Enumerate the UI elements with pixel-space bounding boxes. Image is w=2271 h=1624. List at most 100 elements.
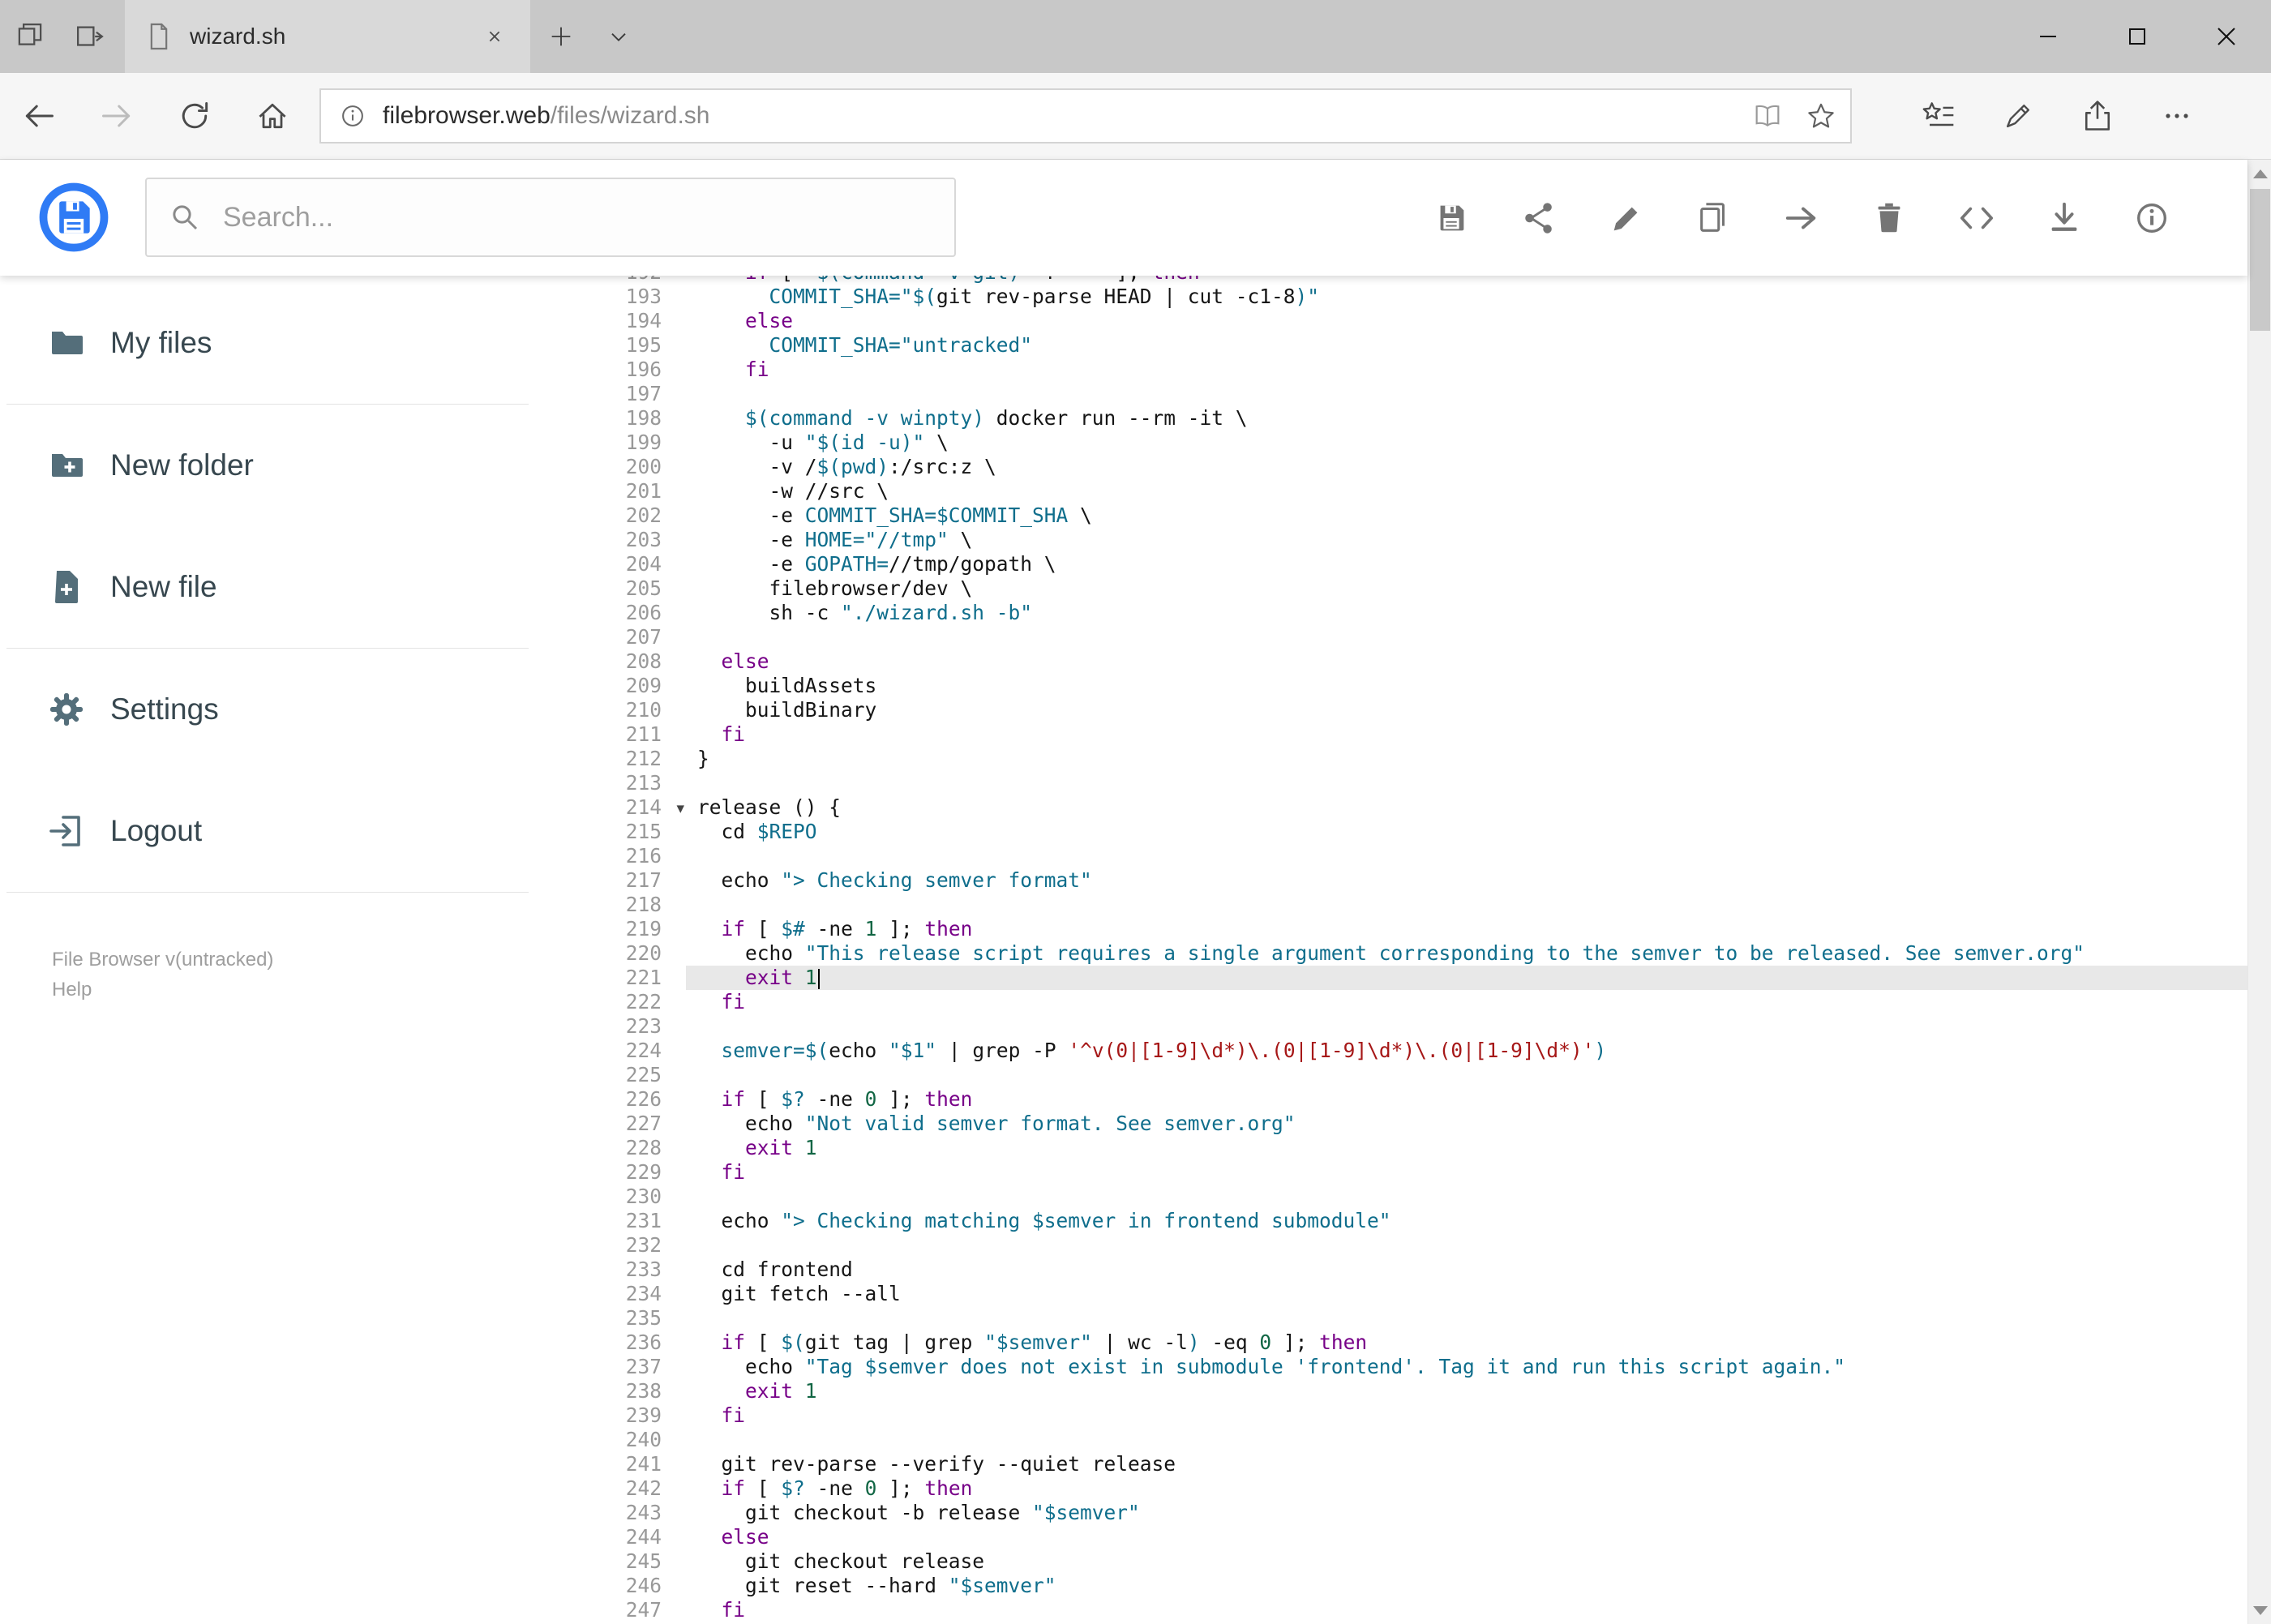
show-set-aside-tabs-button[interactable]	[60, 0, 120, 73]
sidebar-item-new-file[interactable]: New file	[0, 526, 535, 648]
info-button[interactable]	[2133, 199, 2170, 237]
back-button[interactable]	[0, 73, 78, 159]
code-line[interactable]: 195 COMMIT_SHA="untracked"	[535, 333, 2247, 358]
rename-button[interactable]	[1608, 199, 1645, 237]
code-line[interactable]: 241 git rev-parse --verify --quiet relea…	[535, 1452, 2247, 1476]
code-line[interactable]: 197	[535, 382, 2247, 406]
favorite-star-icon[interactable]	[1805, 100, 1837, 132]
sidebar-item-settings[interactable]: Settings	[0, 649, 535, 770]
web-note-button[interactable]	[1978, 98, 2058, 134]
forward-button[interactable]	[78, 73, 156, 159]
reading-view-icon[interactable]	[1751, 100, 1784, 132]
tab-close-button[interactable]	[477, 19, 512, 54]
code-line[interactable]: 212}	[535, 747, 2247, 771]
more-button[interactable]	[2137, 98, 2217, 134]
new-tab-button[interactable]	[530, 0, 592, 73]
search-input[interactable]: Search...	[145, 178, 956, 257]
code-line[interactable]: 211 fi	[535, 722, 2247, 747]
code-line[interactable]: 225	[535, 1063, 2247, 1087]
address-bar[interactable]: filebrowser.web/files/wizard.sh	[319, 88, 1852, 144]
code-line[interactable]: 208 else	[535, 649, 2247, 674]
minimize-button[interactable]	[2003, 0, 2093, 73]
code-line[interactable]: 194 else	[535, 309, 2247, 333]
code-line[interactable]: 224 semver=$(echo "$1" | grep -P '^v(0|[…	[535, 1039, 2247, 1063]
move-button[interactable]	[1783, 199, 1820, 237]
code-line[interactable]: 214 ▾ release () {	[535, 795, 2247, 820]
code-line[interactable]: 213	[535, 771, 2247, 795]
code-line[interactable]: 204 -e GOPATH=//tmp/gopath \	[535, 552, 2247, 576]
code-line[interactable]: 198 $(command -v winpty) docker run --rm…	[535, 406, 2247, 431]
code-line[interactable]: 227 echo "Not valid semver format. See s…	[535, 1112, 2247, 1136]
code-line[interactable]: 239 fi	[535, 1403, 2247, 1428]
code-line[interactable]: 203 -e HOME="//tmp" \	[535, 528, 2247, 552]
code-line[interactable]: 219 if [ $# -ne 1 ]; then	[535, 917, 2247, 941]
code-line[interactable]: 243 git checkout -b release "$semver"	[535, 1501, 2247, 1525]
save-button[interactable]	[1433, 199, 1470, 237]
code-line[interactable]: 205 filebrowser/dev \	[535, 576, 2247, 601]
home-button[interactable]	[234, 73, 311, 159]
share-button[interactable]	[2058, 98, 2137, 134]
code-line[interactable]: 235	[535, 1306, 2247, 1330]
code-line[interactable]: 229 fi	[535, 1160, 2247, 1185]
code-line[interactable]: 199 -u "$(id -u)" \	[535, 431, 2247, 455]
code-line[interactable]: 231 echo "> Checking matching $semver in…	[535, 1209, 2247, 1233]
page-info-icon[interactable]	[337, 101, 368, 131]
download-button[interactable]	[2046, 199, 2083, 237]
code-line[interactable]: 230	[535, 1185, 2247, 1209]
code-line[interactable]: 232	[535, 1233, 2247, 1258]
code-line[interactable]: 218	[535, 893, 2247, 917]
tab-preview-chevron[interactable]	[592, 0, 645, 73]
code-line[interactable]: 201 -w //src \	[535, 479, 2247, 503]
url-text[interactable]: filebrowser.web/files/wizard.sh	[383, 102, 710, 130]
code-line[interactable]: 246 git reset --hard "$semver"	[535, 1574, 2247, 1598]
code-line[interactable]: 217 echo "> Checking semver format"	[535, 868, 2247, 893]
code-line[interactable]: 233 cd frontend	[535, 1258, 2247, 1282]
code-line[interactable]: 245 git checkout release	[535, 1549, 2247, 1574]
maximize-button[interactable]	[2093, 0, 2182, 73]
help-link[interactable]: Help	[52, 975, 535, 1005]
sidebar-item-my-files[interactable]: My files	[0, 282, 535, 404]
code-line[interactable]: 200 -v /$(pwd):/src:z \	[535, 455, 2247, 479]
scroll-down-button[interactable]	[2248, 1596, 2271, 1624]
copy-button[interactable]	[1695, 199, 1733, 237]
code-line[interactable]: 242 if [ $? -ne 0 ]; then	[535, 1476, 2247, 1501]
code-line[interactable]: 247 fi	[535, 1598, 2247, 1622]
code-line[interactable]: 209 buildAssets	[535, 674, 2247, 698]
code-line[interactable]: 210 buildBinary	[535, 698, 2247, 722]
code-line[interactable]: 193 COMMIT_SHA="$(git rev-parse HEAD | c…	[535, 285, 2247, 309]
code-line[interactable]: 202 -e COMMIT_SHA=$COMMIT_SHA \	[535, 503, 2247, 528]
browser-tab[interactable]: wizard.sh	[125, 0, 530, 73]
raw-editor-button[interactable]	[1958, 199, 1995, 237]
sidebar-item-logout[interactable]: Logout	[0, 770, 535, 892]
code-line[interactable]: 216	[535, 844, 2247, 868]
code-line[interactable]: 226 if [ $? -ne 0 ]; then	[535, 1087, 2247, 1112]
code-line[interactable]: 220 echo "This release script requires a…	[535, 941, 2247, 966]
code-line[interactable]: 228 exit 1	[535, 1136, 2247, 1160]
scroll-up-button[interactable]	[2248, 160, 2271, 187]
code-line[interactable]: 192 if [ "$(command -v git)" != "" ]; th…	[535, 276, 2247, 285]
code-line[interactable]: 240	[535, 1428, 2247, 1452]
delete-button[interactable]	[1870, 199, 1908, 237]
fold-marker-icon[interactable]: ▾	[676, 796, 684, 821]
code-line[interactable]: 237 echo "Tag $semver does not exist in …	[535, 1355, 2247, 1379]
code-line[interactable]: 234 git fetch --all	[535, 1282, 2247, 1306]
code-line[interactable]: 215 cd $REPO	[535, 820, 2247, 844]
sidebar-item-new-folder[interactable]: New folder	[0, 405, 535, 526]
code-line[interactable]: 221 exit 1	[535, 966, 2247, 990]
scrollbar-thumb[interactable]	[2250, 189, 2270, 331]
code-line[interactable]: 207	[535, 625, 2247, 649]
code-line[interactable]: 222 fi	[535, 990, 2247, 1014]
code-line[interactable]: 196 fi	[535, 358, 2247, 382]
filebrowser-logo[interactable]	[37, 181, 110, 254]
share-file-button[interactable]	[1520, 199, 1558, 237]
code-line[interactable]: 236 if [ $(git tag | grep "$semver" | wc…	[535, 1330, 2247, 1355]
set-tabs-aside-button[interactable]	[0, 0, 60, 73]
code-line[interactable]: 223	[535, 1014, 2247, 1039]
hub-favorites-button[interactable]	[1899, 98, 1978, 134]
refresh-button[interactable]	[156, 73, 234, 159]
code-line[interactable]: 206 sh -c "./wizard.sh -b"	[535, 601, 2247, 625]
code-line[interactable]: 244 else	[535, 1525, 2247, 1549]
code-line[interactable]: 238 exit 1	[535, 1379, 2247, 1403]
close-button[interactable]	[2182, 0, 2271, 73]
page-scrollbar[interactable]	[2247, 160, 2271, 1624]
